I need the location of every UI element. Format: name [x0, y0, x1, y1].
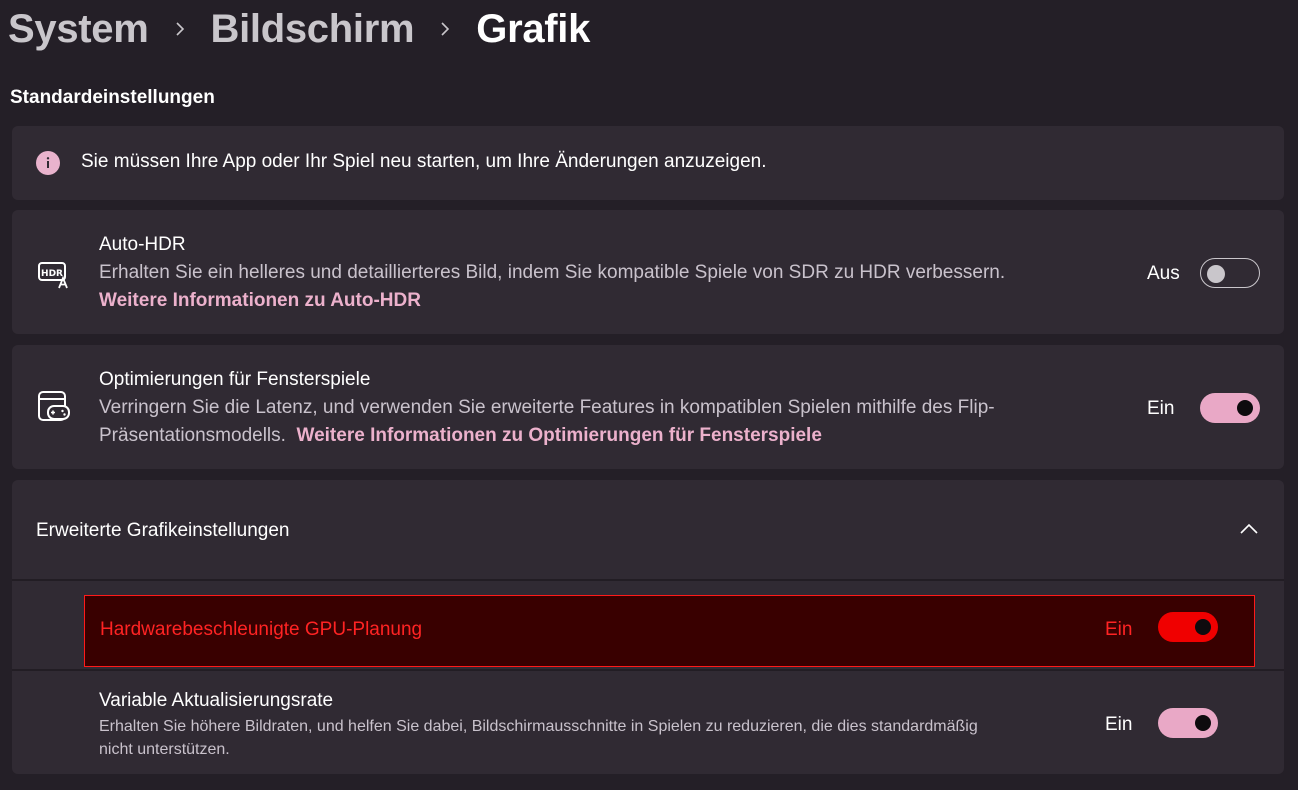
breadcrumb-bildschirm[interactable]: Bildschirm	[211, 7, 415, 52]
section-title: Standardeinstellungen	[10, 87, 215, 108]
chevron-right-icon	[149, 22, 211, 36]
windowed-games-title: Optimierungen für Fensterspiele	[99, 369, 371, 390]
windowed-games-toggle[interactable]	[1200, 393, 1260, 423]
auto-hdr-description: Erhalten Sie ein helleres und detaillier…	[99, 262, 1006, 283]
gpu-scheduling-toggle[interactable]	[1158, 612, 1218, 642]
chevron-up-icon[interactable]	[1240, 522, 1258, 536]
gpu-scheduling-state-label: Ein	[1105, 619, 1133, 640]
variable-refresh-title: Variable Aktualisierungsrate	[99, 690, 334, 711]
hdr-icon: HDR	[36, 256, 72, 292]
auto-hdr-toggle[interactable]	[1200, 258, 1260, 288]
variable-refresh-description: Erhalten Sie höhere Bildraten, und helfe…	[99, 718, 978, 758]
auto-hdr-card: HDR Auto-HDR Erhalten Sie ein helleres u…	[12, 210, 1284, 334]
windowed-games-card: Optimierungen für Fensterspiele Verringe…	[12, 345, 1284, 469]
svg-text:HDR: HDR	[41, 269, 63, 279]
variable-refresh-state-label: Ein	[1105, 714, 1133, 735]
info-text: Sie müssen Ihre App oder Ihr Spiel neu s…	[81, 151, 767, 172]
gpu-scheduling-title: Hardwarebeschleunigte GPU-Planung	[100, 619, 423, 640]
divider	[12, 669, 1284, 671]
game-window-icon	[36, 389, 72, 425]
auto-hdr-description-block: Erhalten Sie ein helleres und detaillier…	[99, 259, 1109, 315]
auto-hdr-learn-more-link[interactable]: Weitere Informationen zu Auto-HDR	[99, 290, 421, 311]
windowed-games-description-block: Verringern Sie die Latenz, und verwenden…	[99, 394, 1089, 450]
breadcrumb-grafik: Grafik	[476, 6, 591, 51]
toggle-knob	[1237, 400, 1253, 416]
windowed-games-state-label: Ein	[1147, 398, 1175, 419]
divider	[12, 579, 1284, 581]
settings-page: System Bildschirm Grafik Standardeinstel…	[0, 0, 1298, 790]
auto-hdr-title: Auto-HDR	[99, 234, 186, 255]
breadcrumb: System Bildschirm Grafik	[8, 0, 590, 58]
toggle-knob	[1207, 265, 1225, 283]
variable-refresh-toggle[interactable]	[1158, 708, 1218, 738]
breadcrumb-system[interactable]: System	[8, 7, 149, 52]
windowed-games-learn-more-link[interactable]: Weitere Informationen zu Optimierungen f…	[297, 425, 822, 446]
advanced-graphics-section: Erweiterte Grafikeinstellungen Hardwareb…	[12, 480, 1284, 774]
toggle-knob	[1195, 619, 1211, 635]
auto-hdr-state-label: Aus	[1147, 263, 1180, 284]
chevron-right-icon	[414, 22, 476, 36]
restart-info-banner: Sie müssen Ihre App oder Ihr Spiel neu s…	[12, 126, 1284, 200]
toggle-knob	[1195, 715, 1211, 731]
info-icon	[36, 151, 60, 175]
gpu-scheduling-row: Hardwarebeschleunigte GPU-Planung Ein	[84, 595, 1255, 667]
advanced-graphics-title[interactable]: Erweiterte Grafikeinstellungen	[36, 520, 289, 542]
